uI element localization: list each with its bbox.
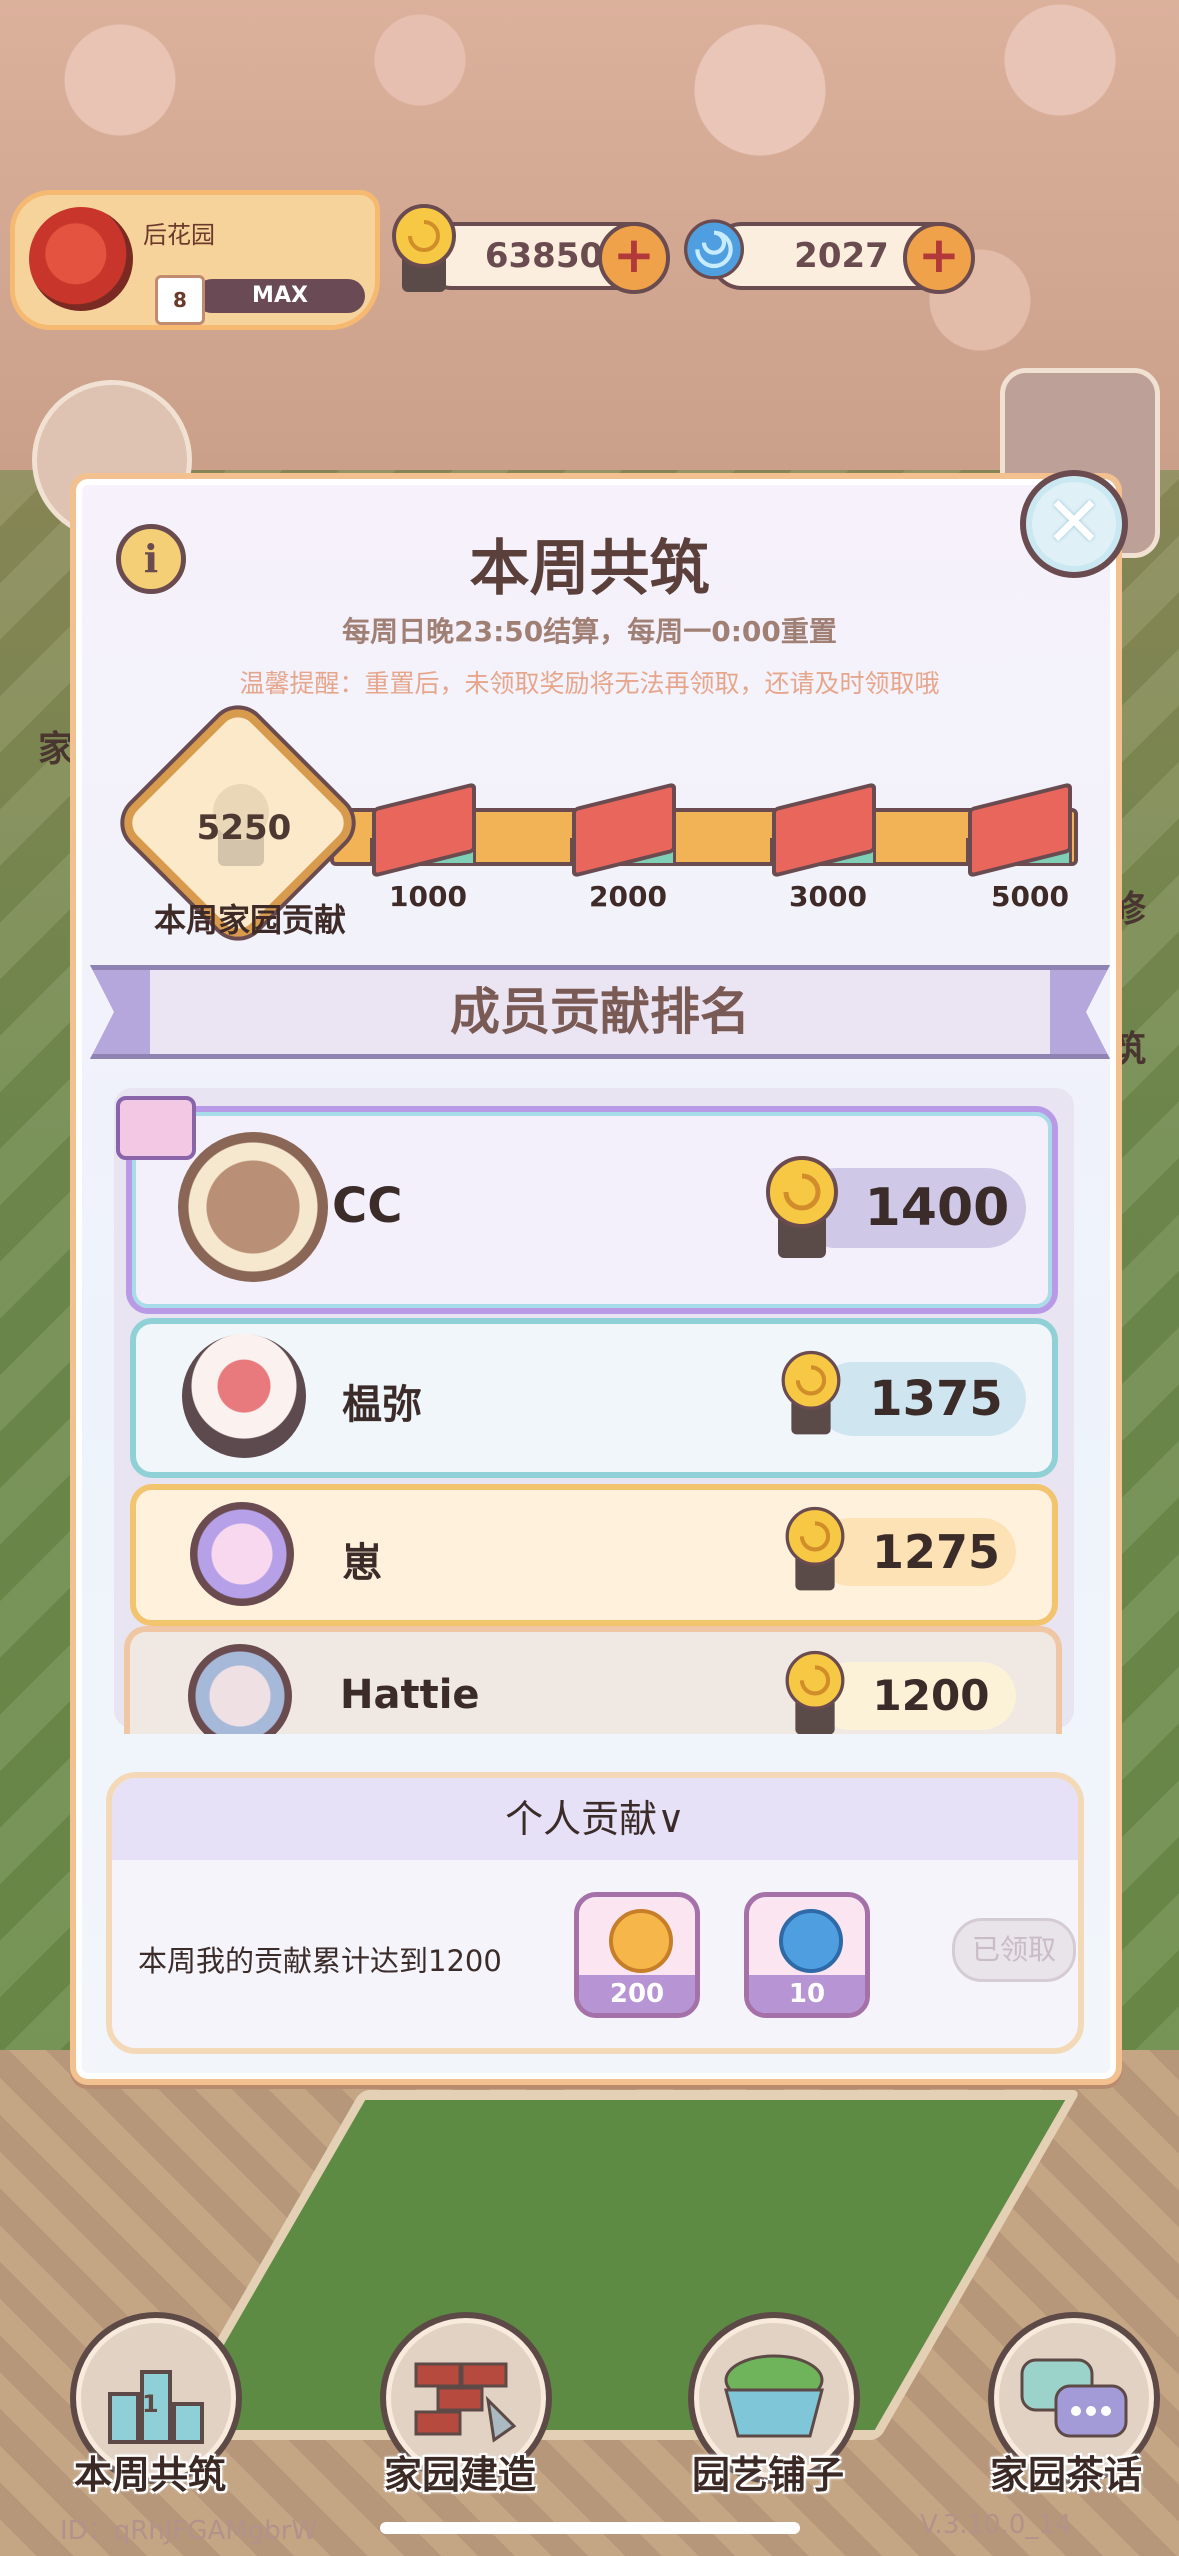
personal-contribution-toggle[interactable]: 个人贡献∨	[112, 1778, 1078, 1860]
crown-badge-icon	[116, 1096, 196, 1160]
swirl-gem-icon	[684, 219, 744, 280]
member-avatar	[182, 1334, 306, 1458]
chat-bubbles-icon	[1020, 2358, 1128, 2438]
swirl-gem-icon	[779, 1909, 843, 1973]
snail-gold-icon	[766, 1156, 838, 1258]
gem-counter: 2027 +	[684, 219, 975, 294]
member-name: CC	[332, 1178, 403, 1234]
milestone-label-5000: 5000	[991, 880, 1069, 913]
nav-label-garden-chat: 家园茶话	[989, 2453, 1142, 2497]
snail-gold-icon	[785, 1506, 845, 1591]
member-score: 1400	[864, 1178, 1010, 1238]
personal-contribution-text: 本周我的贡献累计达到1200	[138, 1944, 502, 1978]
member-avatar	[188, 1644, 292, 1734]
bricks-trowel-icon	[414, 2362, 517, 2443]
member-score: 1375	[869, 1371, 1003, 1427]
snail-gold-icon	[781, 1350, 841, 1435]
flower-basket-icon	[724, 2354, 824, 2438]
member-row[interactable]: 榅弥 1375	[130, 1318, 1058, 1478]
member-name: 榅弥	[342, 1382, 422, 1428]
podium-rank-label: 1	[142, 2390, 159, 2418]
claimed-button[interactable]: 已领取	[952, 1918, 1076, 1982]
member-name: Hattie	[340, 1672, 480, 1718]
nav-label-garden-build: 家园建造	[383, 2453, 536, 2497]
member-avatar	[190, 1502, 294, 1606]
gold-amount: 63850	[484, 236, 604, 276]
side-label-home: 家	[38, 729, 75, 770]
nav-label-garden-shop: 园艺铺子	[691, 2453, 844, 2497]
garden-name: 后花园	[143, 221, 215, 249]
player-id: ID：qRhJFGAMgbrW	[60, 2516, 318, 2546]
rose-avatar-icon	[29, 207, 133, 311]
snail-gold-icon	[392, 204, 456, 292]
member-score: 1200	[872, 1671, 990, 1720]
add-gem-button[interactable]: +	[903, 222, 975, 294]
member-name: 崽	[342, 1540, 382, 1586]
reward-amount: 200	[579, 1975, 695, 2013]
dialog-title: 本周共筑	[469, 534, 710, 604]
reward-amount: 10	[749, 1975, 865, 2013]
reward-gold[interactable]: 200	[574, 1892, 700, 2018]
milestone-label-3000: 3000	[789, 880, 867, 913]
milestone-label-2000: 2000	[589, 880, 667, 913]
member-score: 1275	[871, 1525, 1001, 1579]
reward-gem[interactable]: 10	[744, 1892, 870, 2018]
member-avatar	[178, 1132, 328, 1282]
ranking-banner: 成员贡献排名	[90, 965, 1110, 1059]
home-indicator[interactable]	[380, 2522, 800, 2534]
gold-counter: 63850 +	[392, 204, 670, 294]
garden-profile[interactable]: 后花园 MAX 8	[10, 190, 380, 330]
snail-gold-icon	[785, 1650, 845, 1734]
gold-coin-icon	[609, 1909, 673, 1973]
weekly-contribution-value: 5250	[196, 808, 292, 848]
add-gold-button[interactable]: +	[598, 222, 670, 294]
nav-label-weekly-build: 本周共筑	[73, 2453, 226, 2497]
member-row[interactable]: Hattie 1200	[124, 1626, 1062, 1734]
schedule-text: 每周日晚23:50结算，每周一0:00重置	[342, 615, 837, 648]
personal-contribution-panel: 个人贡献∨ 本周我的贡献累计达到1200 200 10 已领取	[106, 1772, 1084, 2054]
reset-warning: 温馨提醒：重置后，未领取奖励将无法再领取，还请及时领取哦	[239, 669, 940, 698]
ranking-title: 成员贡献排名	[450, 983, 750, 1041]
app-version: V.3.10.0_14	[920, 2510, 1072, 2540]
member-row[interactable]: 崽 1275	[130, 1484, 1058, 1626]
member-row[interactable]: CC 1400	[126, 1106, 1058, 1314]
level-status-bar: MAX	[195, 279, 365, 313]
weekly-contribution-label: 本周家园贡献	[153, 901, 346, 939]
gem-amount: 2027	[794, 236, 889, 276]
level-badge: 8	[155, 275, 205, 325]
